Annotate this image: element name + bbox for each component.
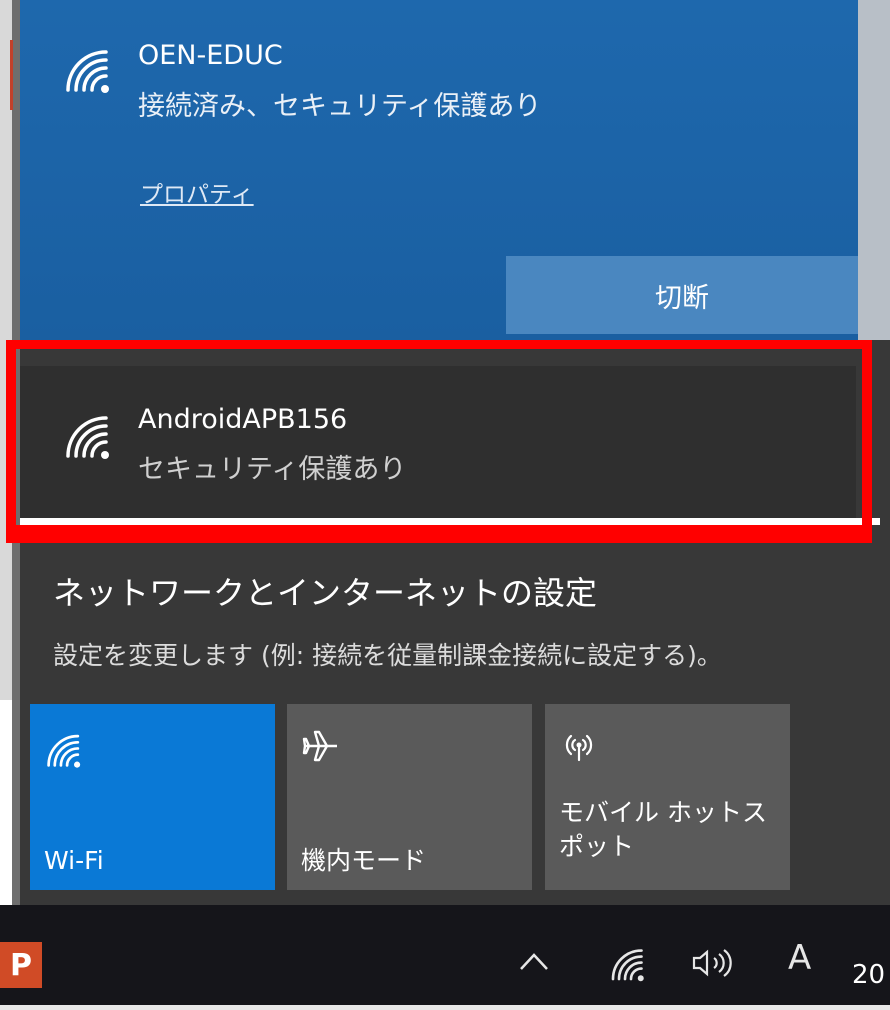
properties-link[interactable]: プロパティ xyxy=(140,175,254,209)
highlight-box xyxy=(6,340,872,543)
disconnect-button[interactable]: 切断 xyxy=(506,256,858,334)
wifi-icon[interactable] xyxy=(608,946,648,982)
wifi-icon xyxy=(47,734,81,768)
taskbar xyxy=(0,905,890,1010)
wifi-icon xyxy=(66,50,109,93)
tile-label: Wi-Fi xyxy=(44,846,104,875)
network-settings-link[interactable]: ネットワークとインターネットの設定 xyxy=(53,568,597,614)
wifi-toggle-tile[interactable]: Wi-Fi xyxy=(30,704,275,890)
hotspot-icon xyxy=(565,734,593,762)
tile-label: モバイル ホットス ポット xyxy=(559,798,767,861)
connected-network-name: OEN-EDUC xyxy=(138,40,283,71)
clock[interactable]: 20 xyxy=(852,960,885,990)
connected-network-status: 接続済み、セキュリティ保護あり xyxy=(138,91,542,122)
tile-label: 機内モード xyxy=(301,846,427,875)
mobile-hotspot-tile[interactable]: モバイル ホットス ポット xyxy=(545,704,790,890)
background-window-accent xyxy=(10,40,13,110)
powerpoint-app-icon[interactable]: P xyxy=(0,942,42,988)
airplane-mode-tile[interactable]: 機内モード xyxy=(287,704,532,890)
network-settings-description: 設定を変更します (例: 接続を従量制課金接続に設定する)。 xyxy=(53,641,722,670)
input-mode-indicator[interactable]: A xyxy=(788,938,811,978)
taskbar-bottom-edge xyxy=(0,1005,890,1010)
chevron-up-icon[interactable] xyxy=(518,950,550,972)
airplane-icon xyxy=(302,730,337,762)
speaker-icon[interactable] xyxy=(690,946,734,980)
